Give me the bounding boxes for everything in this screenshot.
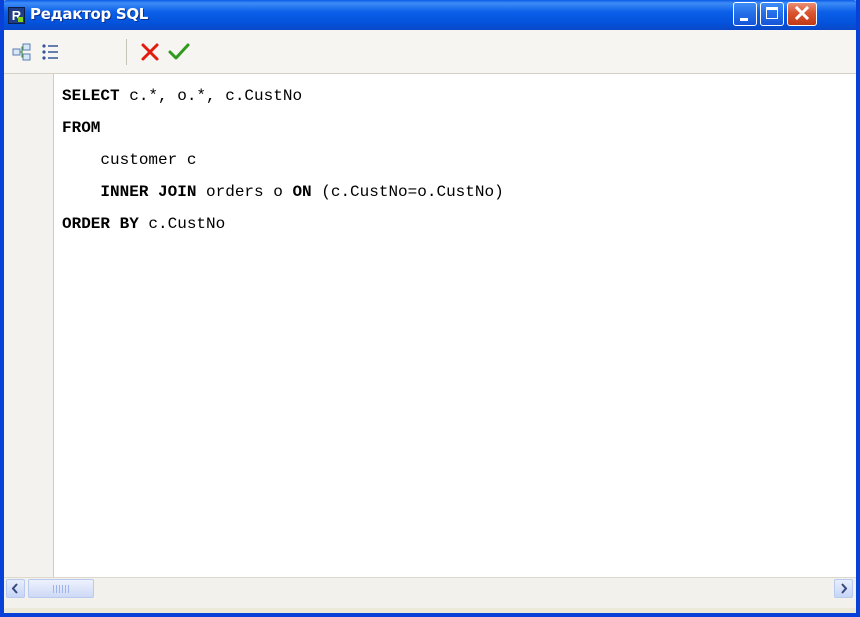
toolbar-separator	[126, 39, 127, 65]
maximize-button[interactable]	[760, 2, 784, 26]
arrow-left-icon	[11, 583, 18, 594]
editor-gutter	[4, 74, 54, 577]
field-list-button[interactable]	[38, 40, 62, 64]
sql-keyword: INNER JOIN	[100, 183, 197, 201]
maximize-icon	[766, 7, 778, 19]
code-line: INNER JOIN orders o ON (c.CustNo=o.CustN…	[100, 183, 504, 201]
sql-keyword: FROM	[62, 119, 101, 137]
sql-identifier: customer c	[100, 151, 197, 169]
code-line: FROM	[62, 112, 504, 144]
sql-keyword: SELECT	[62, 87, 120, 105]
sql-code[interactable]: SELECT c.*, o.*, c.CustNo FROM customer c…	[62, 80, 504, 240]
grip-icon	[53, 585, 69, 593]
list-icon	[42, 44, 58, 60]
scroll-left-button[interactable]	[6, 579, 25, 598]
minimize-icon	[740, 18, 748, 21]
cancel-button[interactable]	[138, 40, 162, 64]
arrow-right-icon	[841, 583, 848, 594]
sql-editor-window: R Редактор SQL SELECT c.*, o.*, c.CustNo…	[0, 0, 860, 617]
title-bar[interactable]: R Редактор SQL	[4, 0, 856, 30]
minimize-button[interactable]	[733, 2, 757, 26]
code-line: ORDER BY c.CustNo	[62, 215, 226, 233]
green-check-icon	[168, 43, 190, 60]
query-builder-button[interactable]	[10, 40, 34, 64]
schema-icon	[12, 43, 31, 61]
scroll-thumb[interactable]	[28, 579, 94, 598]
red-x-icon	[141, 43, 159, 61]
close-icon	[794, 5, 810, 21]
scroll-right-button[interactable]	[834, 579, 853, 598]
ok-button[interactable]	[167, 40, 191, 64]
toolbar	[4, 30, 856, 74]
code-line: SELECT c.*, o.*, c.CustNo	[62, 87, 303, 105]
sql-keyword: ORDER BY	[62, 215, 139, 233]
app-icon: R	[8, 7, 25, 24]
code-line: customer c	[62, 144, 504, 176]
window-title: Редактор SQL	[30, 5, 149, 23]
horizontal-scrollbar[interactable]	[4, 577, 856, 608]
sql-keyword: ON	[292, 183, 312, 201]
sql-editor[interactable]: SELECT c.*, o.*, c.CustNo FROM customer c…	[4, 74, 856, 577]
close-button[interactable]	[787, 2, 817, 26]
